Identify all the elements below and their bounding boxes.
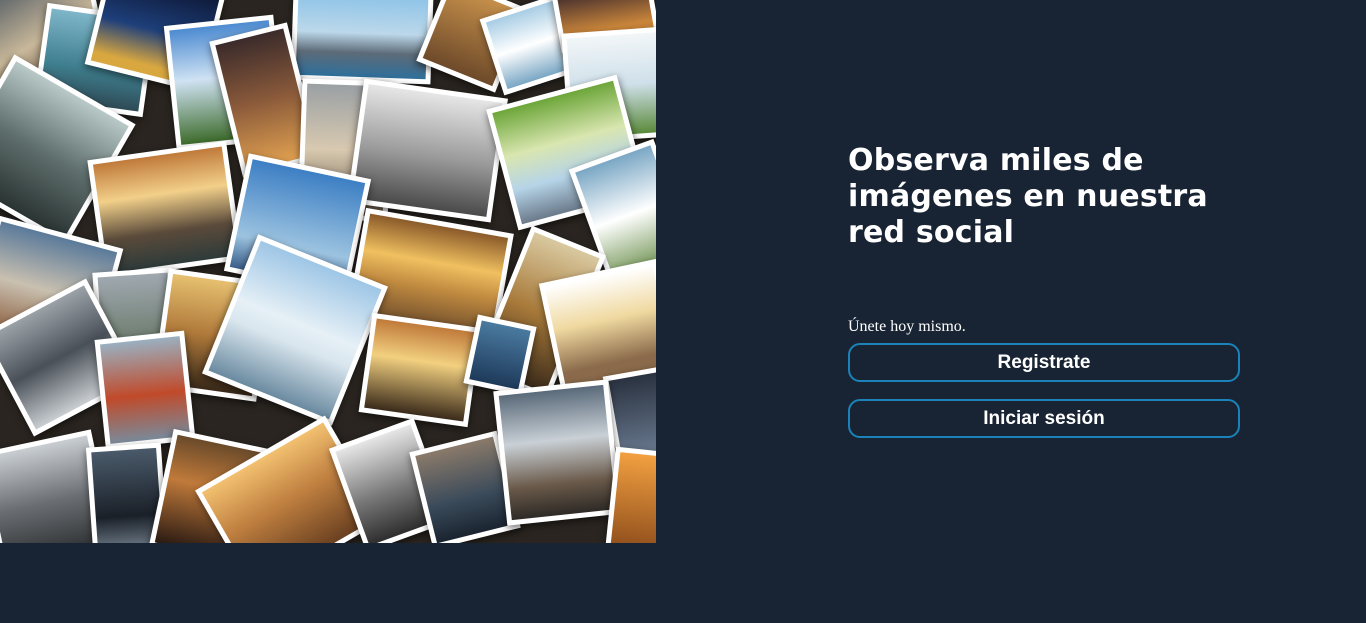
- join-today-text: Únete hoy mismo.: [848, 318, 966, 335]
- headline: Observa miles de imágenes en nuestra red…: [848, 143, 1208, 250]
- collage-photo: [290, 0, 434, 85]
- login-button[interactable]: Iniciar sesión: [848, 399, 1240, 438]
- collage-photo: [493, 379, 622, 526]
- collage-photo: [358, 312, 482, 428]
- photo-collage-image: [0, 0, 656, 543]
- signup-panel: Observa miles de imágenes en nuestra red…: [848, 143, 1240, 438]
- collage-photo: [347, 78, 508, 223]
- register-button[interactable]: Registrate: [848, 343, 1240, 382]
- landing-page: Observa miles de imágenes en nuestra red…: [0, 0, 1366, 623]
